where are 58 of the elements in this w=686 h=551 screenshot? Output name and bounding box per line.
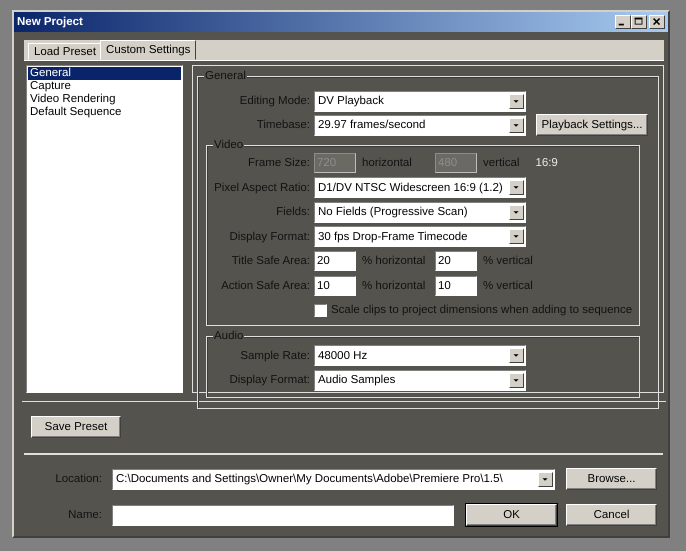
field-label: Display Format: [228, 230, 310, 243]
sidebar-item[interactable]: General [28, 67, 181, 80]
checkbox-label: Scale clips to project dimensions when adding to sequence [331, 304, 632, 316]
browse-button[interactable]: Browse... [566, 468, 657, 490]
caret-icon[interactable] [509, 348, 524, 364]
location-label: Location: [54, 473, 102, 485]
window-title: New Project [17, 16, 84, 28]
save-preset-button[interactable]: Save Preset [31, 416, 121, 438]
name-label: Name: [67, 509, 102, 521]
unit-label: % horizontal [362, 255, 426, 268]
dialog-button[interactable]: Cancel [566, 504, 657, 526]
group-title: Audio [213, 328, 244, 342]
aspect-label: 16:9 [535, 157, 558, 170]
tab[interactable]: Custom Settings [100, 40, 196, 60]
dropdown[interactable]: 29.97 frames/second [314, 114, 526, 136]
dropdown[interactable]: No Fields (Progressive Scan) [314, 202, 526, 223]
field-label: Pixel Aspect Ratio: [213, 182, 310, 194]
caret-icon[interactable] [509, 94, 524, 108]
dropdown[interactable]: 30 fps Drop-Frame Timecode [314, 226, 526, 248]
input-field[interactable]: 20 [435, 251, 477, 272]
minimize-icon[interactable] [615, 15, 631, 29]
caret-icon[interactable] [509, 204, 524, 220]
field-label: Frame Size: [247, 157, 310, 170]
unit-label: vertical [483, 157, 520, 170]
input-field[interactable]: 20 [314, 251, 356, 272]
field-label: Sample Rate: [239, 350, 310, 362]
field-label: Title Safe Area: [230, 255, 310, 268]
dropdown[interactable]: C:\Documents and Settings\Owner\My Documents\Adobe\Premiere Pro\1.5\ [112, 468, 555, 490]
caret-icon[interactable] [509, 118, 524, 132]
close-icon[interactable] [649, 15, 665, 29]
caret-icon[interactable] [509, 180, 524, 196]
unit-label: % vertical [483, 280, 533, 292]
checkbox[interactable] [314, 304, 327, 317]
field-label: Display Format: [228, 374, 310, 386]
field-label: Fields: [275, 206, 310, 218]
sidebar-item[interactable]: Capture [28, 80, 181, 93]
field-label: Timebase: [256, 119, 310, 131]
unit-label: % vertical [483, 255, 533, 268]
field-label: Editing Mode: [238, 95, 310, 107]
field-label: Action Safe Area: [220, 280, 310, 292]
playback-settings-button[interactable]: Playback Settings... [536, 114, 648, 136]
caret-icon[interactable] [509, 229, 524, 244]
input-field[interactable]: 10 [314, 276, 356, 296]
tab[interactable]: Load Preset [28, 43, 102, 60]
dropdown[interactable]: DV Playback [314, 90, 526, 112]
caret-icon[interactable] [509, 372, 524, 388]
unit-label: % horizontal [362, 280, 426, 292]
dropdown[interactable]: 48000 Hz [314, 345, 526, 366]
caret-icon[interactable] [538, 472, 553, 486]
name-input-field[interactable] [112, 504, 454, 526]
dropdown[interactable]: D1/DV NTSC Widescreen 16:9 (1.2) [314, 177, 526, 198]
unit-label: horizontal [362, 157, 413, 170]
sidebar-item[interactable]: Default Sequence [28, 106, 181, 119]
dialog-button[interactable]: OK [466, 504, 557, 526]
input-field[interactable]: 10 [435, 276, 477, 296]
maximize-icon[interactable] [631, 15, 647, 29]
sidebar-item[interactable]: Video Rendering [28, 93, 181, 106]
dropdown[interactable]: Audio Samples [314, 370, 526, 391]
